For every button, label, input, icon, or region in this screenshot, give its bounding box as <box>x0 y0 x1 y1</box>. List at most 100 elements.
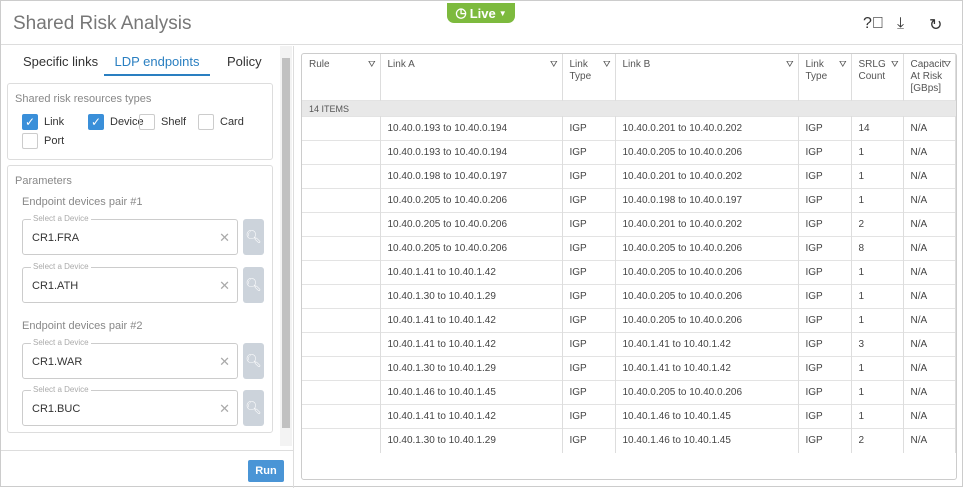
tab-ldp-endpoints[interactable]: LDP endpoints <box>104 46 210 76</box>
table-cell: 10.40.1.30 to 10.40.1.29 <box>380 356 563 381</box>
table-cell: 1 <box>851 404 904 429</box>
table-cell: IGP <box>798 428 852 453</box>
tab-specific-links[interactable]: Specific links <box>23 54 98 69</box>
device-value: CR1.FRA <box>32 232 80 244</box>
filter-icon[interactable]: ⛛ <box>943 58 951 70</box>
table-row[interactable]: 10.40.1.30 to 10.40.1.29 IGP 10.40.1.41 to… <box>302 356 956 381</box>
table-cell: IGP <box>798 308 852 333</box>
column-label: Link B <box>622 59 651 70</box>
table-row[interactable]: 10.40.1.41 to 10.40.1.42 IGP 10.40.0.205 t… <box>302 308 956 333</box>
table-row[interactable]: 10.40.0.205 to 10.40.0.206 IGP 10.40.0.205… <box>302 236 956 261</box>
pair1-label: Endpoint devices pair #1 <box>22 196 143 208</box>
help-icon[interactable]: ?⃝ <box>863 15 884 33</box>
tab-policy[interactable]: Policy <box>227 54 262 69</box>
column-header[interactable]: SRLG Count ⛛ <box>851 54 904 101</box>
table-cell: 10.40.0.201 to 10.40.0.202 <box>615 116 799 141</box>
table-cell: IGP <box>798 260 852 285</box>
device-select-2[interactable]: Select a Device CR1.ATH ✕ <box>22 262 238 303</box>
table-cell: 1 <box>851 380 904 405</box>
checkbox-device[interactable]: ✓ Device <box>88 114 144 130</box>
search-button[interactable]: 🔍︎ <box>243 219 264 255</box>
device-select-3[interactable]: Select a Device CR1.WAR ✕ <box>22 338 238 379</box>
placeholder: Select a Device <box>31 262 91 271</box>
table-cell: 1 <box>851 140 904 165</box>
filter-icon[interactable]: ⛛ <box>839 58 847 70</box>
table-row[interactable]: 10.40.1.41 to 10.40.1.42 IGP 10.40.1.46 to… <box>302 404 956 429</box>
table-cell: 10.40.0.205 to 10.40.0.206 <box>380 212 563 237</box>
filter-icon[interactable]: ⛛ <box>786 58 794 70</box>
table-cell: N/A <box>903 140 956 165</box>
table-cell: IGP <box>562 212 616 237</box>
table-cell: 10.40.0.205 to 10.40.0.206 <box>615 236 799 261</box>
table-cell: 10.40.0.193 to 10.40.0.194 <box>380 140 563 165</box>
page-title: Shared Risk Analysis <box>13 13 192 34</box>
table-row[interactable]: 10.40.0.198 to 10.40.0.197 IGP 10.40.0.201… <box>302 164 956 189</box>
table-cell <box>302 404 381 429</box>
table-row[interactable]: 10.40.0.205 to 10.40.0.206 IGP 10.40.0.198… <box>302 188 956 213</box>
items-count: 14 ITEMS <box>302 100 956 117</box>
table-cell <box>302 212 381 237</box>
table-cell <box>302 332 381 357</box>
table-cell: IGP <box>798 332 852 357</box>
filter-icon[interactable]: ⛛ <box>891 58 899 70</box>
checkbox-shelf[interactable]: Shelf <box>139 114 186 130</box>
search-button[interactable]: 🔍︎ <box>243 343 264 379</box>
clear-icon[interactable]: ✕ <box>219 354 230 370</box>
live-dropdown[interactable]: ◷ Live ▼ <box>447 3 515 23</box>
table-row[interactable]: 10.40.1.41 to 10.40.1.42 IGP 10.40.0.205 t… <box>302 260 956 285</box>
parameters-label: Parameters <box>15 175 72 187</box>
column-header[interactable]: Link A ⛛ <box>380 54 563 101</box>
refresh-icon[interactable]: ↻ <box>929 15 942 35</box>
table-cell: IGP <box>798 284 852 309</box>
device-select-4[interactable]: Select a Device CR1.BUC ✕ <box>22 385 238 426</box>
table-row[interactable]: 10.40.1.30 to 10.40.1.29 IGP 10.40.0.205 t… <box>302 284 956 309</box>
table-row[interactable]: 10.40.0.205 to 10.40.0.206 IGP 10.40.0.201… <box>302 212 956 237</box>
search-button[interactable]: 🔍︎ <box>243 390 264 426</box>
table-cell: N/A <box>903 188 956 213</box>
table-cell: 10.40.1.41 to 10.40.1.42 <box>380 332 563 357</box>
column-label: Link Type <box>569 59 592 82</box>
table-cell: IGP <box>562 236 616 261</box>
table-cell: 1 <box>851 164 904 189</box>
checkbox-label: Link <box>44 116 65 128</box>
column-header[interactable]: Capacit At Risk [GBps] ⛛ <box>903 54 956 101</box>
filter-icon[interactable]: ⛛ <box>368 58 376 70</box>
table-cell: 10.40.0.201 to 10.40.0.202 <box>615 164 799 189</box>
clear-icon[interactable]: ✕ <box>219 401 230 417</box>
table-cell: IGP <box>798 236 852 261</box>
column-header[interactable]: Link Type ⛛ <box>798 54 852 101</box>
clear-icon[interactable]: ✕ <box>219 230 230 246</box>
table-row[interactable]: 10.40.0.193 to 10.40.0.194 IGP 10.40.0.205… <box>302 140 956 165</box>
search-icon: 🔍︎ <box>245 353 262 368</box>
checkbox-card[interactable]: Card <box>198 114 244 130</box>
table-row[interactable]: 10.40.1.30 to 10.40.1.29 IGP 10.40.1.46 to… <box>302 428 956 453</box>
clear-icon[interactable]: ✕ <box>219 278 230 294</box>
table-cell <box>302 140 381 165</box>
header: Shared Risk Analysis ◷ Live ▼ ?⃝ ⤓ ↻ <box>1 1 963 45</box>
table-row[interactable]: 10.40.0.193 to 10.40.0.194 IGP 10.40.0.201… <box>302 116 956 141</box>
search-button[interactable]: 🔍︎ <box>243 267 264 303</box>
download-icon[interactable]: ⤓ <box>897 15 904 33</box>
live-label: Live <box>469 5 496 21</box>
device-select-1[interactable]: Select a Device CR1.FRA ✕ <box>22 214 238 255</box>
column-header[interactable]: Link Type ⛛ <box>562 54 616 101</box>
left-scrollbar[interactable] <box>280 46 292 446</box>
checkbox-port[interactable]: Port <box>22 133 64 149</box>
checkbox-label: Card <box>220 116 244 128</box>
table-cell: 10.40.1.30 to 10.40.1.29 <box>380 428 563 453</box>
scrollbar-thumb[interactable] <box>282 58 290 428</box>
table-row[interactable]: 10.40.1.46 to 10.40.1.45 IGP 10.40.0.205 t… <box>302 380 956 405</box>
table-cell: IGP <box>798 380 852 405</box>
table-cell: 1 <box>851 260 904 285</box>
table-cell: 10.40.1.30 to 10.40.1.29 <box>380 284 563 309</box>
column-header[interactable]: Link B ⛛ <box>615 54 799 101</box>
parameters-box: Parameters Endpoint devices pair #1 Sele… <box>7 165 273 433</box>
filter-icon[interactable]: ⛛ <box>603 58 611 70</box>
filter-icon[interactable]: ⛛ <box>550 58 558 70</box>
run-button[interactable]: Run <box>248 460 284 482</box>
column-header[interactable]: Rule ⛛ <box>302 54 381 101</box>
checkbox-link[interactable]: ✓ Link <box>22 114 64 130</box>
table-row[interactable]: 10.40.1.41 to 10.40.1.42 IGP 10.40.1.41 to… <box>302 332 956 357</box>
device-value: CR1.BUC <box>32 403 81 415</box>
table-cell: N/A <box>903 284 956 309</box>
